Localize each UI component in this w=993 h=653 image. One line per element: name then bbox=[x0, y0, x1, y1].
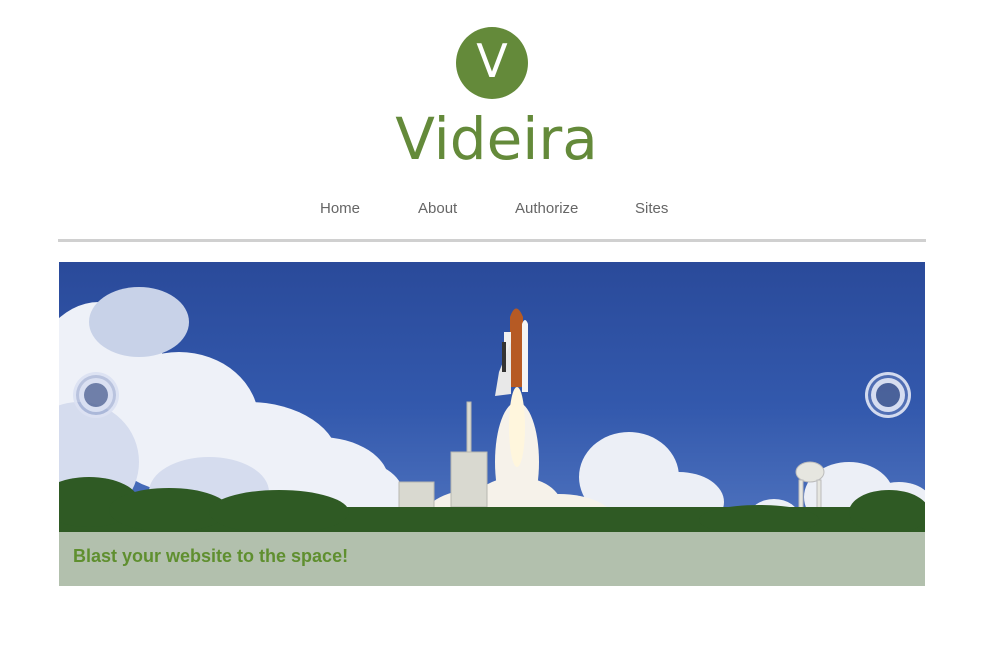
carousel-caption: Blast your website to the space! bbox=[59, 532, 925, 586]
logo-badge[interactable]: V bbox=[456, 27, 528, 99]
nav-home[interactable]: Home bbox=[320, 199, 360, 219]
nav-sites[interactable]: Sites bbox=[635, 199, 668, 219]
hero-carousel[interactable]: Blast your website to the space! bbox=[59, 262, 925, 586]
caption-text: Blast your website to the space! bbox=[73, 546, 349, 566]
nav-authorize[interactable]: Authorize bbox=[515, 199, 578, 219]
carousel-next-button[interactable] bbox=[865, 372, 911, 418]
site-title[interactable]: Videira bbox=[0, 103, 993, 175]
logo-letter: V bbox=[476, 34, 508, 88]
nav-about[interactable]: About bbox=[418, 199, 457, 219]
carousel-prev-button[interactable] bbox=[73, 372, 119, 418]
main-nav: Home About Authorize Sites bbox=[0, 199, 993, 221]
circle-prev-icon bbox=[79, 378, 113, 412]
circle-next-icon bbox=[871, 378, 905, 412]
nav-divider bbox=[58, 239, 926, 242]
